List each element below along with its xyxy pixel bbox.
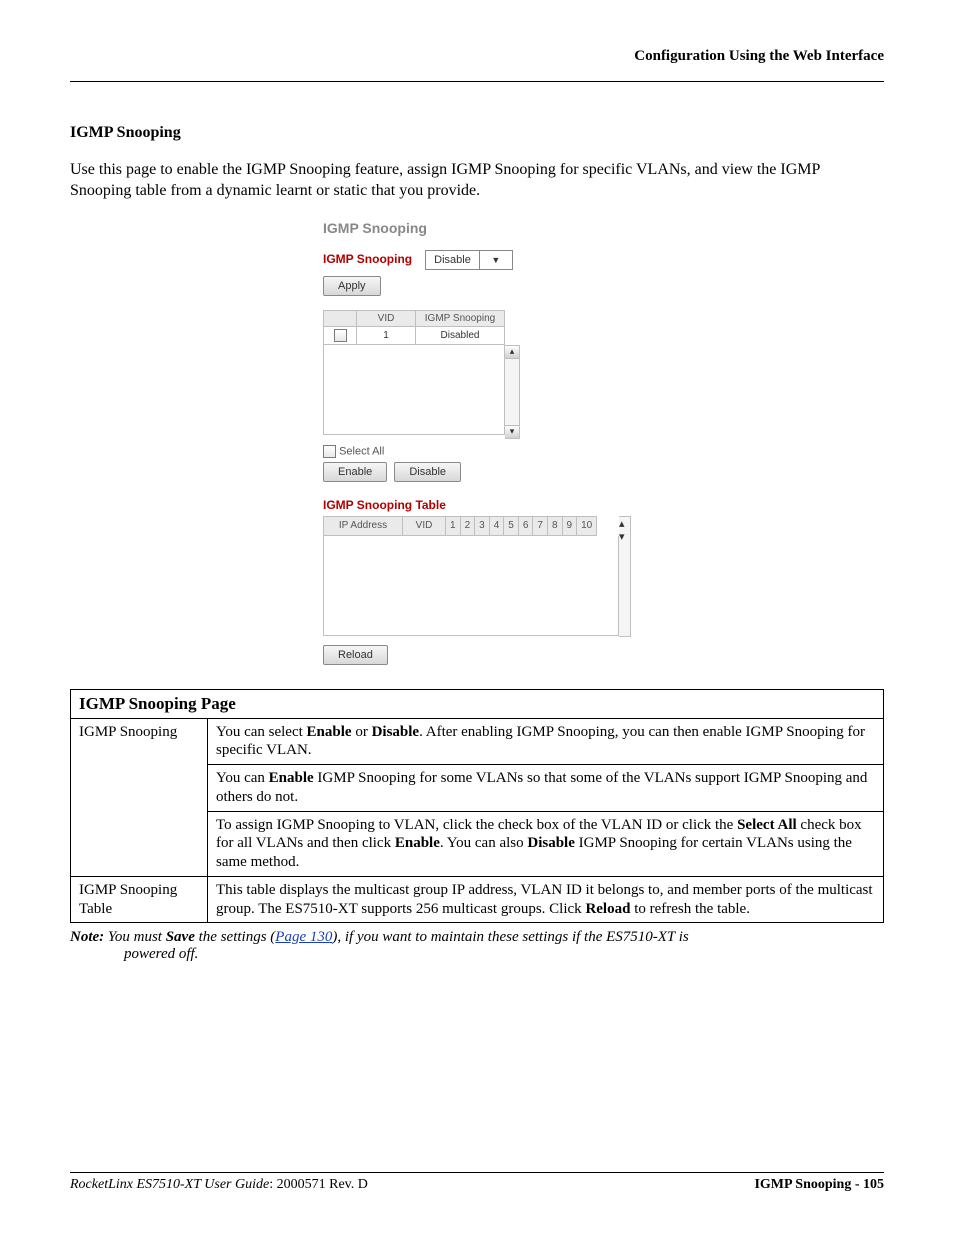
snoop-col-6: 6 xyxy=(518,516,533,535)
vlan-row-snoop: Disabled xyxy=(416,326,505,344)
snooping-select-value: Disable xyxy=(426,254,479,266)
desc-row1a: You can select Enable or Disable. After … xyxy=(208,718,884,765)
snoop-scrollbar[interactable]: ▴ ▾ xyxy=(619,516,631,637)
snooping-setting-row: IGMP Snooping Disable ▼ xyxy=(323,250,631,270)
enable-button[interactable]: Enable xyxy=(323,462,387,482)
scroll-down-icon: ▾ xyxy=(619,530,630,543)
snoop-col-1: 1 xyxy=(446,516,461,535)
vlan-row-vid: 1 xyxy=(357,326,416,344)
note-label: Note: xyxy=(70,929,104,945)
header-chapter: Configuration Using the Web Interface xyxy=(70,48,884,67)
reload-button[interactable]: Reload xyxy=(323,645,388,665)
shot-title: IGMP Snooping xyxy=(323,220,631,236)
scroll-down-icon: ▾ xyxy=(505,425,519,438)
snoop-col-4: 4 xyxy=(489,516,504,535)
note-line2: powered off. xyxy=(70,946,884,963)
desc-title: IGMP Snooping Page xyxy=(71,690,883,719)
vlan-table-body xyxy=(323,345,505,435)
snoop-col-7: 7 xyxy=(533,516,548,535)
vlan-col-snoop: IGMP Snooping xyxy=(416,310,505,326)
disable-button[interactable]: Disable xyxy=(394,462,461,482)
note: Note: You must Save the settings (Page 1… xyxy=(70,929,884,963)
header-rule xyxy=(70,81,884,82)
desc-row2-label: IGMP Snooping Table xyxy=(71,876,208,922)
select-all-checkbox[interactable] xyxy=(323,445,336,458)
snooping-select[interactable]: Disable ▼ xyxy=(425,250,513,270)
scroll-up-icon: ▴ xyxy=(619,517,630,530)
description-table: IGMP Snooping Page IGMP Snooping You can… xyxy=(70,689,884,924)
vlan-row-check[interactable] xyxy=(324,326,357,344)
desc-row1b: You can Enable IGMP Snooping for some VL… xyxy=(208,765,884,812)
scroll-up-icon: ▴ xyxy=(505,346,519,359)
snooping-label: IGMP Snooping xyxy=(323,252,412,266)
vlan-col-check xyxy=(324,310,357,326)
snoop-col-3: 3 xyxy=(475,516,490,535)
checkbox-icon xyxy=(334,329,347,342)
snoop-table-body xyxy=(323,536,619,636)
snoop-col-10: 10 xyxy=(577,516,597,535)
select-all-label: Select All xyxy=(339,445,384,457)
config-screenshot: IGMP Snooping IGMP Snooping Disable ▼ Ap… xyxy=(323,220,631,665)
apply-button[interactable]: Apply xyxy=(323,276,381,296)
vlan-scrollbar[interactable]: ▴ ▾ xyxy=(505,345,520,439)
vlan-table: VID IGMP Snooping 1 Disabled ▴ ▾ xyxy=(323,310,631,439)
desc-row1-label: IGMP Snooping xyxy=(71,718,208,876)
select-all-row: Select All xyxy=(323,445,631,458)
snoop-table-title: IGMP Snooping Table xyxy=(323,498,446,512)
page-footer: RocketLinx ES7510-XT User Guide: 2000571… xyxy=(70,1172,884,1193)
section-intro: Use this page to enable the IGMP Snoopin… xyxy=(70,160,884,202)
footer-left: RocketLinx ES7510-XT User Guide: 2000571… xyxy=(70,1177,368,1193)
desc-row2: This table displays the multicast group … xyxy=(208,876,884,922)
desc-row1c: To assign IGMP Snooping to VLAN, click t… xyxy=(208,811,884,876)
footer-right: IGMP Snooping - 105 xyxy=(754,1177,884,1193)
snoop-col-ip: IP Address xyxy=(324,516,403,535)
snoop-col-2: 2 xyxy=(460,516,475,535)
snoop-table-header: IP Address VID 1 2 3 4 5 6 7 8 9 10 xyxy=(323,516,597,536)
snoop-col-vid: VID xyxy=(403,516,446,535)
snoop-col-8: 8 xyxy=(547,516,562,535)
section-title: IGMP Snooping xyxy=(70,124,884,142)
chevron-down-icon: ▼ xyxy=(479,251,512,269)
vlan-col-vid: VID xyxy=(357,310,416,326)
page-link[interactable]: Page 130 xyxy=(275,929,332,945)
snoop-col-5: 5 xyxy=(504,516,519,535)
snoop-col-9: 9 xyxy=(562,516,577,535)
